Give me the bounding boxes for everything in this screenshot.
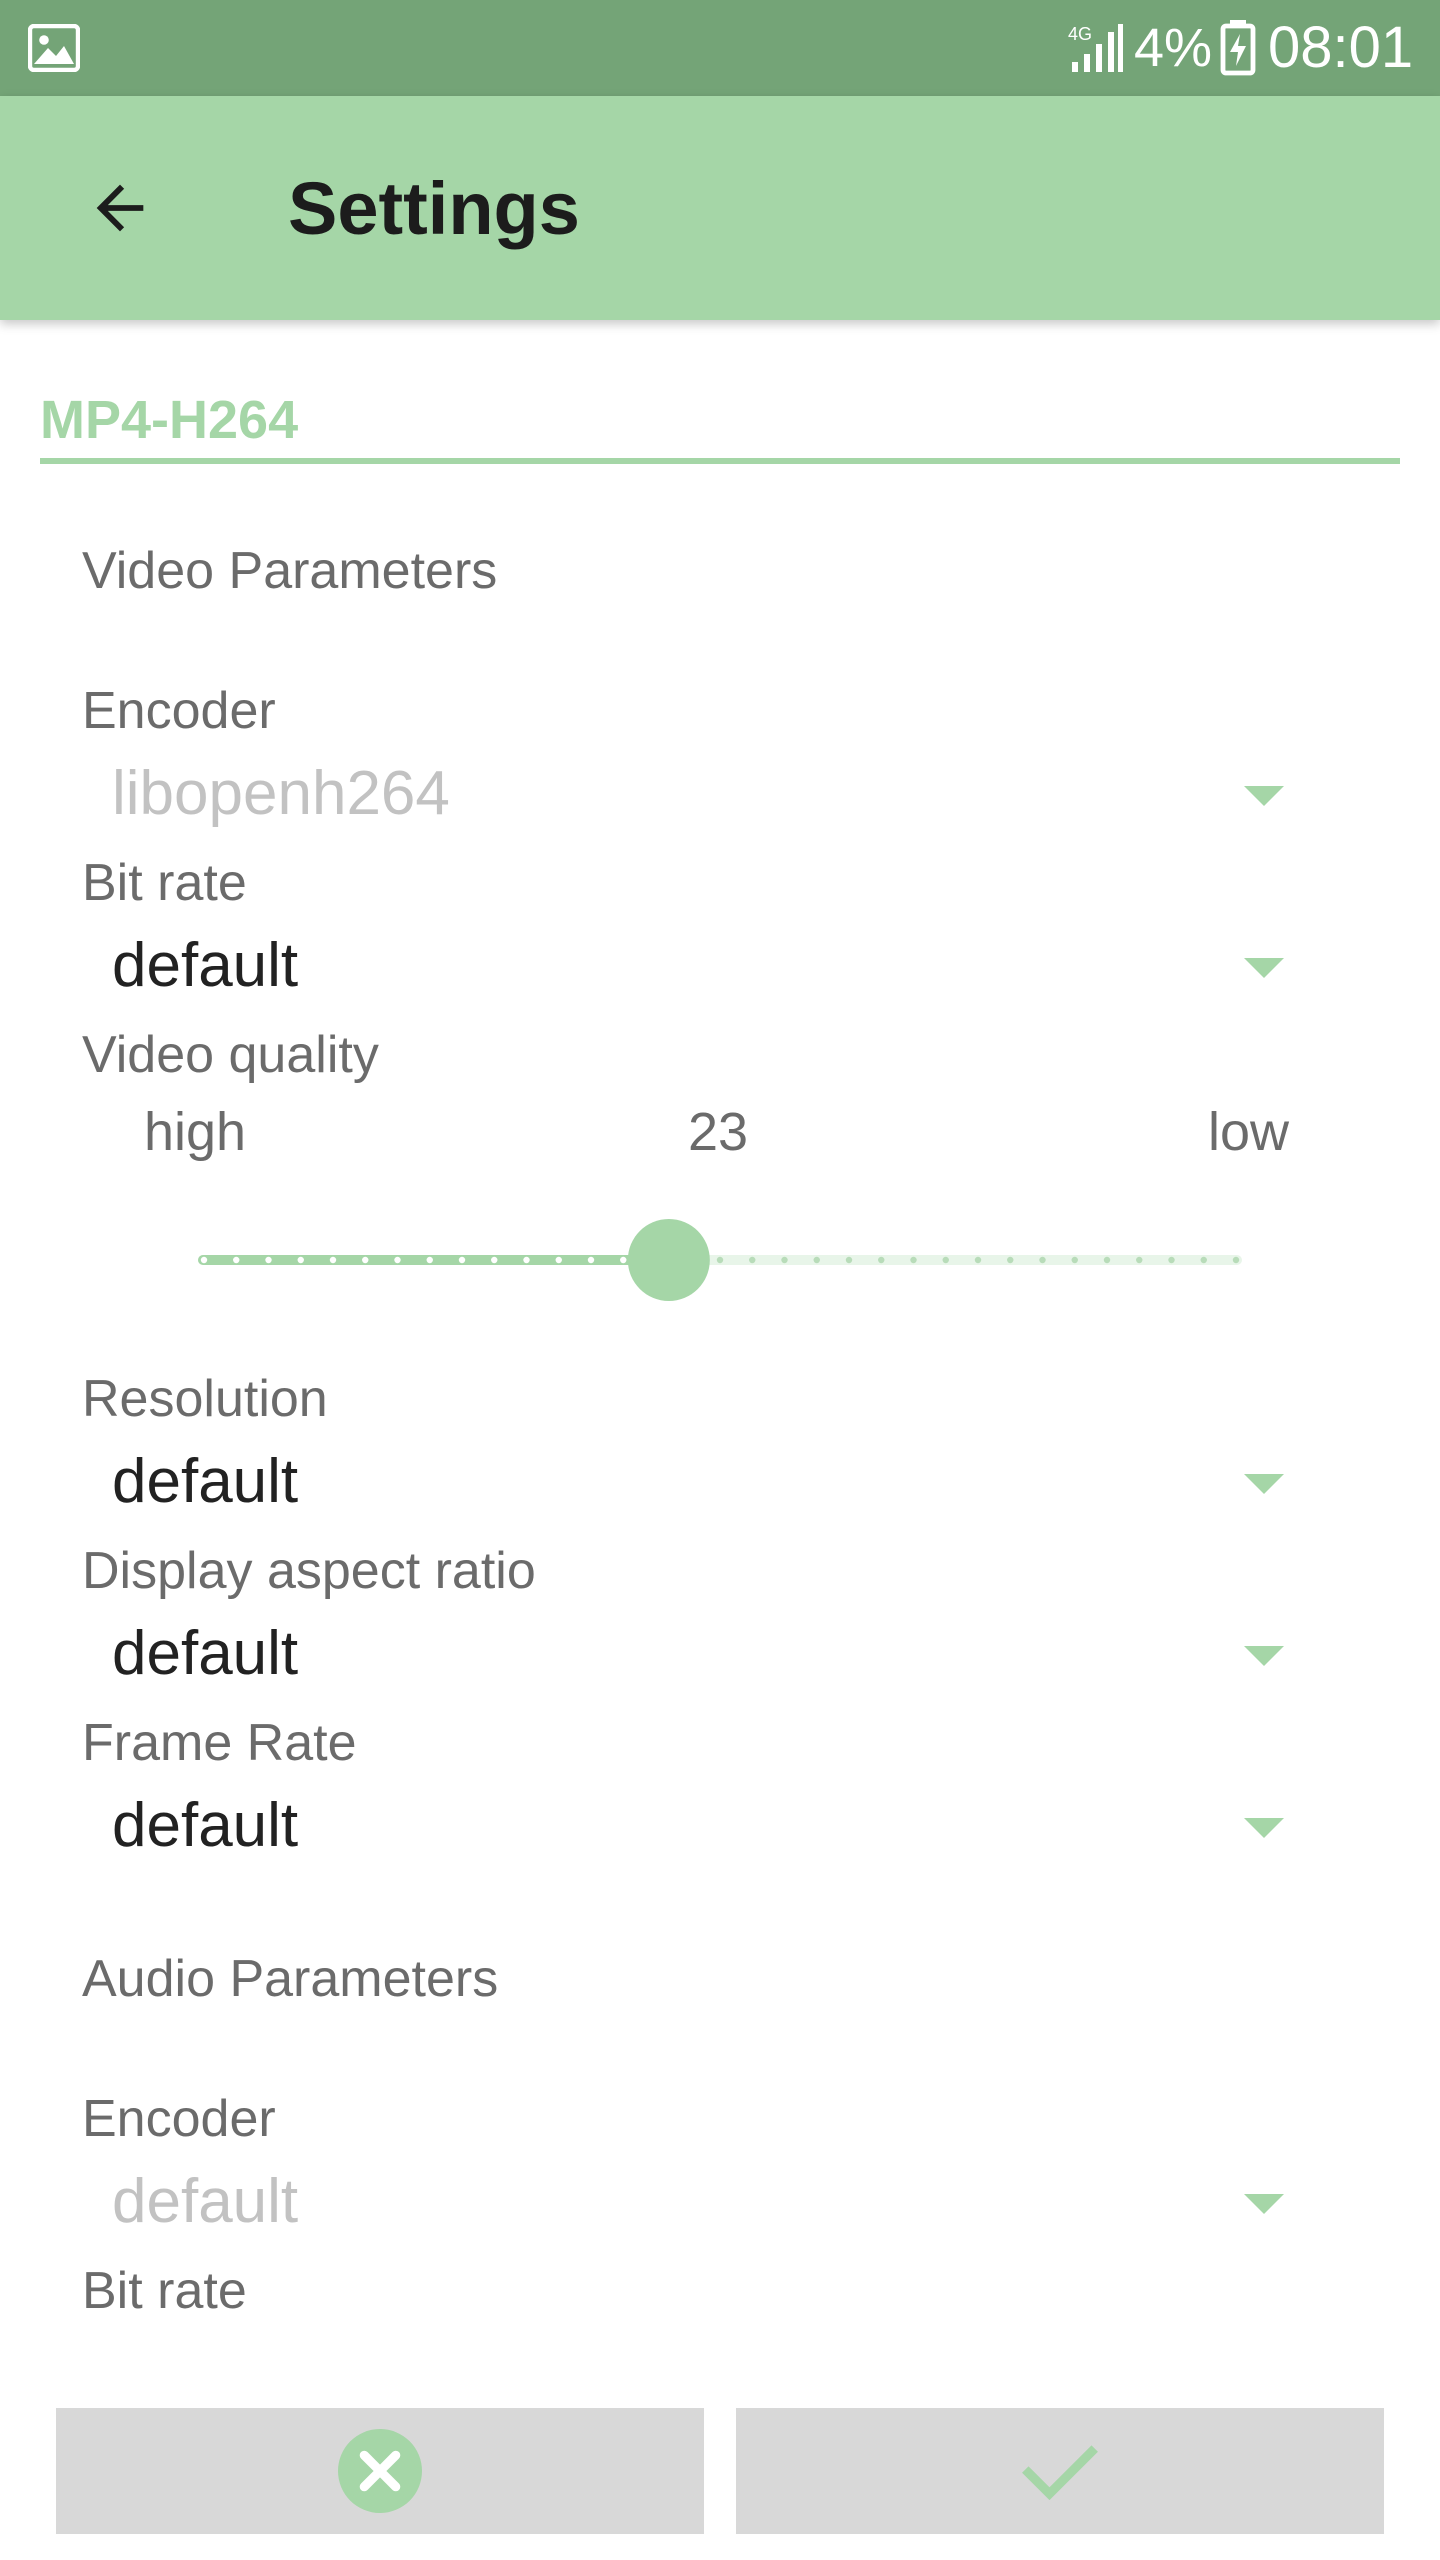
slider-tick (1168, 1256, 1175, 1264)
resolution-dropdown[interactable]: default (82, 1432, 1302, 1528)
slider-tick (781, 1256, 788, 1264)
signal-4g-icon: 4G (1068, 24, 1123, 72)
gallery-notification-icon (28, 24, 80, 72)
slider-tick (426, 1256, 433, 1264)
slider-tick (910, 1256, 917, 1264)
slider-tick (1039, 1256, 1046, 1264)
audio-encoder-value: default (112, 2167, 299, 2236)
video-bitrate-dropdown[interactable]: default (82, 916, 1302, 1012)
audio-bitrate-label: Bit rate (82, 2262, 247, 2320)
slider-tick (555, 1256, 562, 1264)
frame-rate-dropdown[interactable]: default (82, 1776, 1302, 1872)
slider-tick (620, 1256, 627, 1264)
page-title: Settings (288, 167, 580, 250)
video-bitrate-label: Bit rate (82, 854, 247, 912)
aspect-ratio-label: Display aspect ratio (82, 1542, 536, 1600)
dropdown-arrow-icon (1244, 958, 1284, 978)
audio-encoder-label: Encoder (82, 2090, 276, 2148)
dropdown-arrow-icon (1244, 786, 1284, 806)
video-quality-slider[interactable] (180, 1214, 1260, 1306)
slider-thumb[interactable] (627, 1219, 710, 1301)
bottom-action-bar (0, 2360, 1440, 2560)
quality-value: 23 (688, 1102, 749, 1162)
dropdown-arrow-icon (1244, 1474, 1284, 1494)
slider-tick (1007, 1256, 1014, 1264)
slider-tick (523, 1256, 530, 1264)
video-section-title: Video Parameters (82, 542, 498, 600)
slider-tick (233, 1256, 240, 1264)
slider-tick (716, 1256, 724, 1264)
slider-tick (1200, 1256, 1207, 1264)
slider-tick (200, 1256, 208, 1264)
resolution-label: Resolution (82, 1370, 328, 1428)
quality-scale-labels: high 23 low (82, 1100, 1302, 1170)
cancel-button[interactable] (56, 2408, 704, 2534)
battery-charging-icon (1220, 20, 1256, 76)
resolution-value: default (112, 1447, 299, 1516)
slider-tick (942, 1256, 949, 1264)
video-bitrate-value: default (112, 931, 299, 1000)
video-encoder-dropdown: libopenh264 (82, 744, 1302, 840)
preset-tab[interactable]: MP4-H264 (40, 388, 298, 452)
dropdown-arrow-icon (1244, 2194, 1284, 2214)
settings-scroll-content[interactable]: MP4-H264 Video Parameters Encoder libope… (0, 320, 1440, 2360)
aspect-ratio-value: default (112, 1619, 299, 1688)
slider-tick (329, 1256, 337, 1264)
slider-tick (813, 1256, 820, 1264)
slider-tick (1136, 1256, 1143, 1264)
app-bar: Settings (0, 96, 1440, 320)
slider-tick (394, 1256, 401, 1264)
aspect-ratio-dropdown[interactable]: default (82, 1604, 1302, 1700)
slider-tick (974, 1256, 982, 1264)
slider-tick (845, 1256, 853, 1264)
video-encoder-value: libopenh264 (112, 759, 450, 828)
dropdown-arrow-icon (1244, 1646, 1284, 1666)
slider-tick (458, 1256, 466, 1264)
audio-encoder-dropdown: default (82, 2152, 1302, 2248)
slider-tick (1232, 1256, 1240, 1264)
slider-tick (1103, 1256, 1111, 1264)
battery-percentage: 4% (1134, 18, 1213, 78)
slider-tick (362, 1256, 369, 1264)
quality-low-label: low (1208, 1102, 1290, 1162)
network-type: 4G (1068, 24, 1092, 44)
slider-tick (587, 1256, 595, 1264)
arrow-back-icon (96, 184, 144, 232)
dropdown-arrow-icon (1244, 1818, 1284, 1838)
slider-tick (491, 1256, 498, 1264)
video-encoder-label: Encoder (82, 682, 276, 740)
status-bar: 4G 4% 08:01 (0, 0, 1440, 96)
frame-rate-label: Frame Rate (82, 1714, 357, 1772)
preset-tab-indicator (40, 458, 1400, 464)
slider-tick (297, 1256, 304, 1264)
video-quality-label: Video quality (82, 1026, 379, 1084)
back-button[interactable] (60, 148, 180, 268)
slider-tick (749, 1256, 756, 1264)
confirm-button[interactable] (736, 2408, 1384, 2534)
audio-section-title: Audio Parameters (82, 1950, 499, 2008)
slider-tick (878, 1256, 885, 1264)
slider-tick (1071, 1256, 1078, 1264)
status-clock: 08:01 (1268, 15, 1414, 80)
check-icon (1022, 2445, 1098, 2501)
frame-rate-value: default (112, 1791, 299, 1860)
cancel-circle-icon (338, 2429, 422, 2513)
quality-high-label: high (144, 1102, 247, 1162)
slider-tick (265, 1256, 272, 1264)
